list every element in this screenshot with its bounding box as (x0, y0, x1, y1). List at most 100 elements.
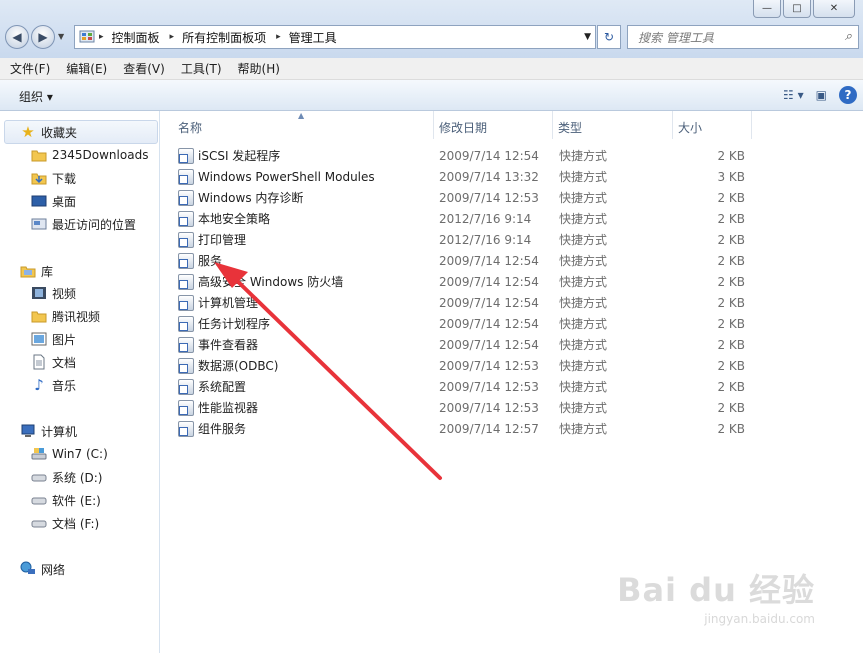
libraries-icon (20, 263, 36, 279)
column-divider[interactable] (433, 111, 434, 139)
column-header-name[interactable]: 名称 (178, 119, 202, 136)
sidebar-computer[interactable]: 计算机 (20, 421, 77, 441)
column-header-type[interactable]: 类型 (558, 119, 582, 136)
view-options-icon[interactable]: ☷ ▾ (783, 88, 804, 102)
file-row-local-security-policy[interactable]: 本地安全策略 2012/7/16 9:14 快捷方式 2 KB (178, 208, 745, 229)
preview-pane-icon[interactable]: ▣ (816, 88, 827, 102)
sidebar-item-drive-e[interactable]: 软件 (E:) (31, 490, 101, 510)
menu-view[interactable]: 查看(V) (123, 60, 165, 77)
maximize-button[interactable]: □ (783, 0, 811, 18)
sidebar-item-desktop[interactable]: 桌面 (31, 191, 76, 211)
breadcrumb-item-control-panel[interactable]: 控制面板 ▸ (112, 29, 183, 46)
drive-icon (31, 469, 47, 485)
sidebar-label: 桌面 (52, 194, 77, 209)
file-row-services[interactable]: 服务 2009/7/14 12:54 快捷方式 2 KB (178, 250, 745, 271)
menu-file[interactable]: 文件(F) (10, 60, 50, 77)
file-name: 服务 (198, 254, 223, 268)
sidebar-network[interactable]: 网络 (20, 559, 65, 579)
file-type: 快捷方式 (559, 191, 608, 205)
sidebar-item-downloads[interactable]: 下载 (31, 168, 76, 188)
column-header-date[interactable]: 修改日期 (439, 119, 487, 136)
sidebar-favorites[interactable]: ★ 收藏夹 (20, 122, 77, 142)
file-row-performance-monitor[interactable]: 性能监视器 2009/7/14 12:53 快捷方式 2 KB (178, 397, 745, 418)
file-row-memory-diagnostic[interactable]: Windows 内存诊断 2009/7/14 12:53 快捷方式 2 KB (178, 187, 745, 208)
sidebar-label: 最近访问的位置 (52, 217, 137, 232)
file-size: 2 KB (717, 232, 745, 247)
file-row-firewall[interactable]: 高级安全 Windows 防火墙 2009/7/14 12:54 快捷方式 2 … (178, 271, 745, 292)
file-size: 2 KB (717, 316, 745, 331)
sidebar-item-documents[interactable]: 文档 (31, 352, 76, 372)
file-row-iscsi[interactable]: iSCSI 发起程序 2009/7/14 12:54 快捷方式 2 KB (178, 145, 745, 166)
sidebar-label: 图片 (52, 332, 77, 347)
sidebar-label: 收藏夹 (41, 125, 78, 140)
printer-shortcut-icon (178, 231, 194, 248)
refresh-button[interactable]: ↻ (597, 25, 621, 49)
system-drive-icon (31, 446, 47, 462)
column-header-size[interactable]: 大小 (678, 119, 702, 136)
security-policy-shortcut-icon (178, 210, 194, 227)
address-bar[interactable]: ▸ 控制面板 ▸ 所有控制面板项 ▸ 管理工具 ▼ (74, 25, 596, 49)
sidebar-label: 计算机 (41, 424, 78, 439)
sidebar-item-videos[interactable]: 视频 (31, 283, 76, 303)
file-row-event-viewer[interactable]: 事件查看器 2009/7/14 12:54 快捷方式 2 KB (178, 334, 745, 355)
forward-button[interactable]: ▶ (31, 25, 55, 49)
drive-icon (31, 515, 47, 531)
menu-help[interactable]: 帮助(H) (238, 60, 280, 77)
breadcrumb-item-all-items[interactable]: 所有控制面板项 ▸ (182, 29, 289, 46)
sidebar-item-music[interactable]: ♪ 音乐 (31, 375, 76, 395)
file-type: 快捷方式 (559, 317, 608, 331)
sidebar-item-drive-d[interactable]: 系统 (D:) (31, 467, 102, 487)
organize-button[interactable]: 组织 ▾ (19, 88, 53, 105)
sidebar-item-drive-f[interactable]: 文档 (F:) (31, 513, 99, 533)
file-name: 性能监视器 (198, 401, 259, 415)
file-type: 快捷方式 (559, 359, 608, 373)
sidebar-label: 文档 (52, 355, 77, 370)
file-date: 2009/7/14 12:54 (439, 337, 539, 352)
menu-tools[interactable]: 工具(T) (181, 60, 222, 77)
column-divider[interactable] (751, 111, 752, 139)
file-name: 系统配置 (198, 380, 247, 394)
search-input[interactable]: 搜索 管理工具 ⌕ (627, 25, 859, 49)
sidebar-label: 文档 (F:) (52, 516, 100, 531)
file-type: 快捷方式 (559, 296, 608, 310)
search-icon[interactable]: ⌕ (845, 29, 852, 44)
column-divider[interactable] (552, 111, 553, 139)
arrow-right-icon: ▶ (38, 30, 48, 44)
sidebar-item-pictures[interactable]: 图片 (31, 329, 76, 349)
recent-pages-dropdown[interactable]: ▼ (58, 32, 64, 41)
file-size: 2 KB (717, 421, 745, 436)
file-row-component-services[interactable]: 组件服务 2009/7/14 12:57 快捷方式 2 KB (178, 418, 745, 439)
sidebar-item-downloads-2345[interactable]: 2345Downloads (31, 145, 148, 165)
file-date: 2009/7/14 12:54 (439, 148, 539, 163)
refresh-icon: ↻ (603, 30, 615, 44)
title-bar: — □ ✕ ◀ ▶ ▼ ▸ 控制面板 ▸ 所有控制面板项 ▸ 管理工具 ▼ ↻ 搜索… (0, 0, 863, 58)
menu-edit[interactable]: 编辑(E) (66, 60, 107, 77)
sort-ascending-icon: ▲ (298, 111, 305, 120)
sidebar-item-tencent-video[interactable]: 腾讯视频 (31, 306, 100, 326)
file-size: 2 KB (717, 211, 745, 226)
sidebar-label: 视频 (52, 286, 77, 301)
sidebar-label: 软件 (E:) (52, 493, 101, 508)
services-shortcut-icon (178, 252, 194, 269)
file-row-task-scheduler[interactable]: 任务计划程序 2009/7/14 12:54 快捷方式 2 KB (178, 313, 745, 334)
address-dropdown-icon[interactable]: ▼ (584, 32, 591, 42)
sidebar-item-recent-places[interactable]: 最近访问的位置 (31, 214, 136, 234)
file-date: 2009/7/14 12:53 (439, 190, 539, 205)
sidebar-item-drive-c[interactable]: Win7 (C:) (31, 444, 108, 464)
file-date: 2009/7/14 13:32 (439, 169, 539, 184)
sidebar-libraries[interactable]: 库 (20, 261, 53, 281)
close-button[interactable]: ✕ (813, 0, 855, 18)
file-name: 组件服务 (198, 422, 247, 436)
file-row-print-management[interactable]: 打印管理 2012/7/16 9:14 快捷方式 2 KB (178, 229, 745, 250)
file-row-powershell-modules[interactable]: Windows PowerShell Modules 2009/7/14 13:… (178, 166, 745, 187)
file-size: 2 KB (717, 295, 745, 310)
command-bar: 组织 ▾ ☷ ▾ ▣ ? (0, 80, 863, 111)
minimize-button[interactable]: — (753, 0, 781, 18)
help-icon[interactable]: ? (839, 86, 857, 104)
file-row-odbc[interactable]: 数据源(ODBC) 2009/7/14 12:53 快捷方式 2 KB (178, 355, 745, 376)
back-button[interactable]: ◀ (5, 25, 29, 49)
file-row-system-configuration[interactable]: 系统配置 2009/7/14 12:53 快捷方式 2 KB (178, 376, 745, 397)
column-divider[interactable] (672, 111, 673, 139)
file-row-computer-management[interactable]: 计算机管理 2009/7/14 12:54 快捷方式 2 KB (178, 292, 745, 313)
breadcrumb-item-admin-tools[interactable]: 管理工具 (289, 29, 337, 46)
